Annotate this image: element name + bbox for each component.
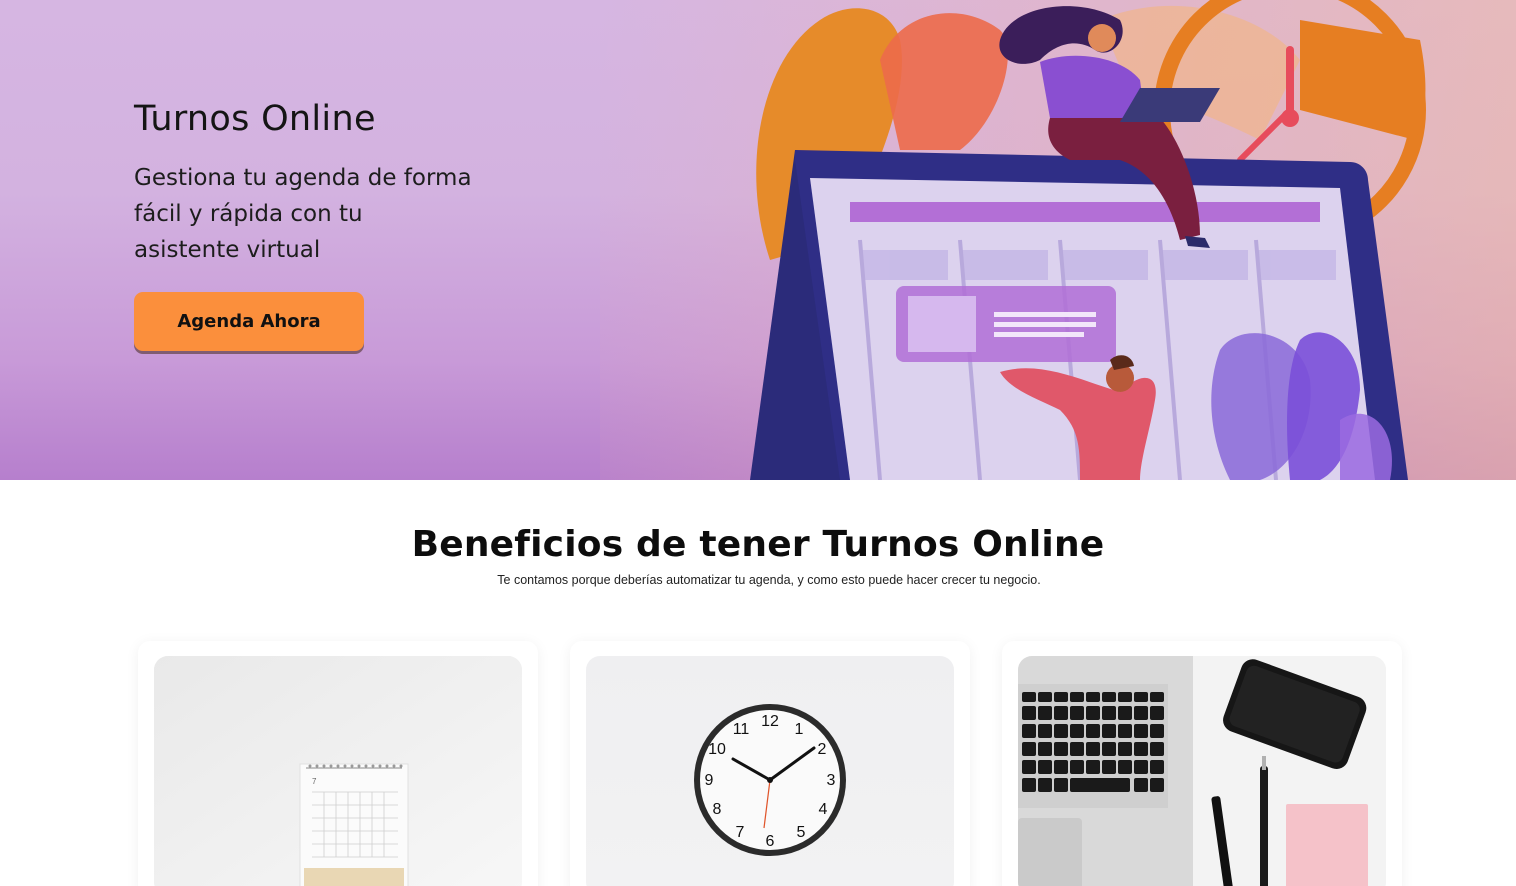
benefit-card-laptop bbox=[1002, 641, 1402, 886]
agenda-ahora-button[interactable]: Agenda Ahora bbox=[134, 292, 364, 351]
svg-text:10: 10 bbox=[708, 741, 726, 758]
hero-subtitle: Gestiona tu agenda de forma fácil y rápi… bbox=[134, 165, 472, 263]
svg-text:2: 2 bbox=[818, 741, 827, 758]
scheduling-illustration bbox=[750, 0, 1426, 480]
svg-text:6: 6 bbox=[766, 833, 775, 850]
benefit-card-clock: 12 1 2 3 4 5 6 7 8 9 10 11 bbox=[570, 641, 970, 886]
svg-text:5: 5 bbox=[797, 824, 806, 841]
svg-text:7: 7 bbox=[312, 777, 317, 786]
benefits-subtitle: Te contamos porque deberías automatizar … bbox=[497, 573, 1041, 587]
hero-title: Turnos Online bbox=[134, 99, 376, 139]
svg-text:8: 8 bbox=[713, 801, 722, 818]
benefits-title: Beneficios de tener Turnos Online bbox=[411, 524, 1105, 565]
svg-text:12: 12 bbox=[761, 713, 779, 730]
svg-text:3: 3 bbox=[827, 772, 836, 789]
laptop-icon bbox=[1018, 656, 1386, 886]
svg-text:9: 9 bbox=[705, 772, 714, 789]
hero-text-block: Turnos Online Gestiona tu agenda de form… bbox=[134, 96, 494, 268]
svg-text:11: 11 bbox=[733, 721, 750, 738]
svg-text:4: 4 bbox=[819, 801, 828, 818]
wall-clock-photo: 12 1 2 3 4 5 6 7 8 9 10 11 bbox=[586, 656, 954, 886]
hero-banner: Turnos Online Gestiona tu agenda de form… bbox=[0, 0, 1516, 480]
laptop-phone-pens-photo bbox=[1018, 656, 1386, 886]
svg-text:1: 1 bbox=[795, 721, 804, 738]
desk-calendar-photo: 7 bbox=[154, 656, 522, 886]
clock-icon: 12 1 2 3 4 5 6 7 8 9 10 11 bbox=[694, 704, 846, 856]
svg-text:7: 7 bbox=[736, 824, 745, 841]
benefit-card-calendar: 7 bbox=[138, 641, 538, 886]
calendar-icon: 7 bbox=[154, 656, 522, 886]
